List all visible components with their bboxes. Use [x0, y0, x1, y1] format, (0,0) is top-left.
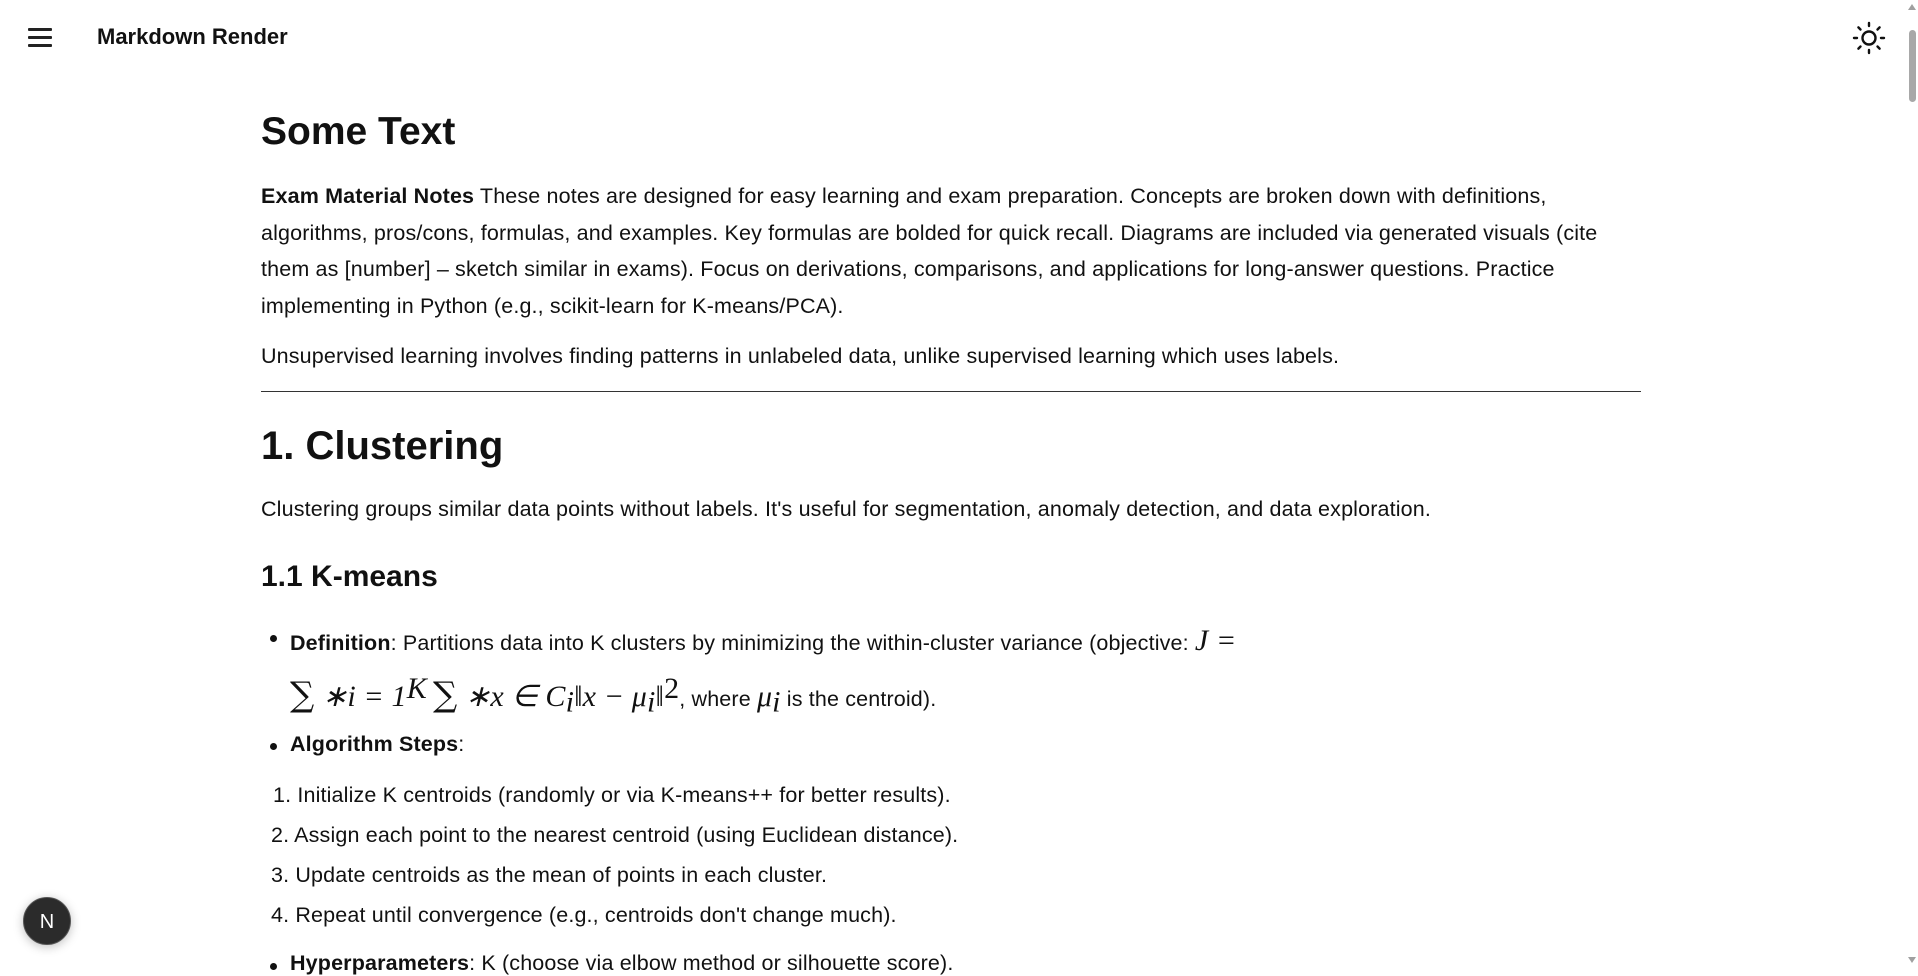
scroll-up-arrow-icon[interactable] [1908, 4, 1916, 10]
step-3: 3. Update centroids as the mean of point… [271, 863, 828, 887]
math-index: ∗i = 1 [314, 680, 407, 714]
definition-math-line: ∑ ∗i = 1K ∑ ∗x ∈ Ci‖x − μi‖2, where μi i… [290, 672, 936, 719]
math-mu: μ [756, 680, 773, 714]
intro-paragraph: Exam Material Notes These notes are desi… [261, 178, 1641, 325]
intro-paragraph-2: Unsupervised learning involves finding p… [261, 344, 1340, 368]
hyperparameters-label: Hyperparameters [290, 951, 470, 975]
heading-some-text: Some Text [261, 110, 456, 153]
algorithm-label: Algorithm Steps [290, 732, 459, 756]
math-sum: ∑ [290, 675, 315, 716]
algorithm-steps-item: Algorithm Steps: [290, 732, 464, 757]
math-norm-close: ‖ [655, 680, 665, 714]
bullet-icon [270, 635, 277, 642]
hyperparameters-item: Hyperparameters: K (choose via elbow met… [290, 951, 953, 976]
step-1: 1. Initialize K centroids (randomly or v… [273, 783, 951, 807]
heading-kmeans: 1.1 K-means [261, 560, 438, 593]
theme-toggle-sun-icon[interactable] [1851, 20, 1887, 56]
math-objective-j: J = [1194, 624, 1237, 657]
math-sub: i [772, 685, 781, 719]
math-sum: ∑ [433, 675, 458, 716]
definition-label: Definition [290, 631, 391, 655]
scroll-down-arrow-icon[interactable] [1908, 957, 1916, 963]
hyperparameters-text: : K (choose via elbow method or silhouet… [469, 951, 954, 975]
step-4: 4. Repeat until convergence (e.g., centr… [271, 903, 897, 927]
math-k: K [406, 672, 427, 705]
math-x-in-c: ∗x ∈ C [457, 680, 566, 714]
app-title: Markdown Render [97, 24, 288, 49]
clustering-paragraph: Clustering groups similar data points wi… [261, 497, 1432, 521]
definition-item: Definition: Partitions data into K clust… [290, 624, 1236, 658]
intro-bold: Exam Material Notes [261, 184, 475, 208]
colon: : [458, 732, 465, 756]
page-scrollbar[interactable] [1906, 0, 1918, 967]
scroll-thumb[interactable] [1909, 30, 1916, 102]
horizontal-rule [261, 391, 1641, 392]
heading-clustering: 1. Clustering [261, 424, 504, 468]
nextjs-dev-badge[interactable]: N [23, 897, 71, 945]
step-2: 2. Assign each point to the nearest cent… [271, 823, 959, 847]
bullet-icon [270, 743, 277, 750]
math-sub: i [565, 685, 575, 719]
top-bar: Markdown Render [0, 0, 1906, 76]
math-sub: i [647, 685, 656, 719]
math-norm: ‖x − μ [574, 680, 648, 714]
centroid-text: is the centroid). [780, 687, 937, 712]
where-text: , where [679, 687, 757, 712]
hamburger-menu-icon[interactable] [28, 28, 52, 48]
definition-text: : Partitions data into K clusters by min… [390, 631, 1195, 655]
math-square: 2 [664, 672, 680, 705]
